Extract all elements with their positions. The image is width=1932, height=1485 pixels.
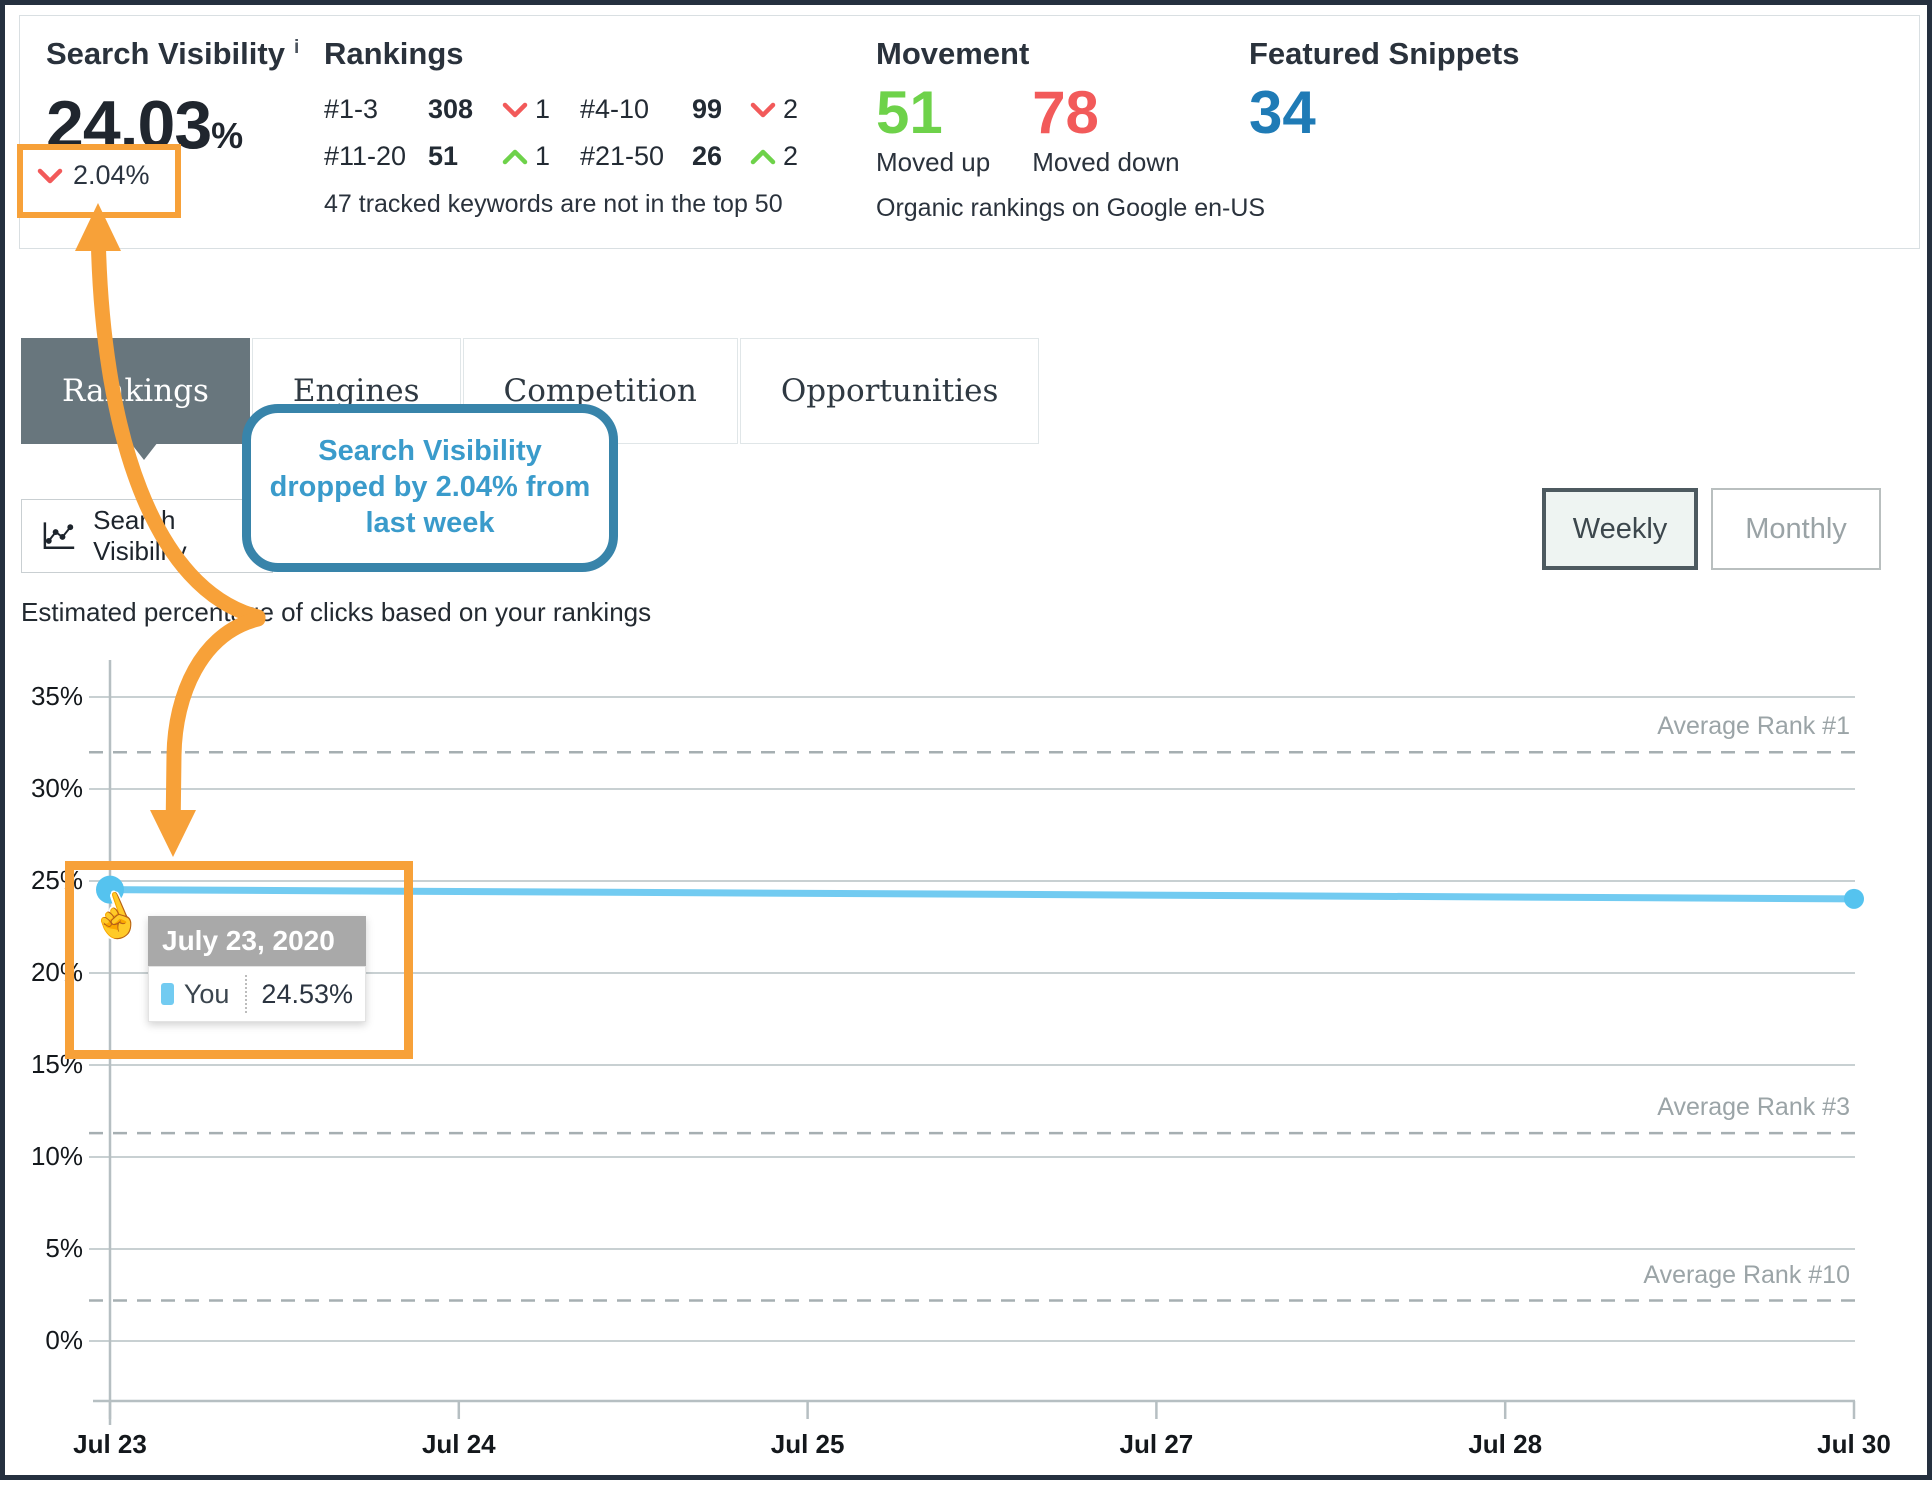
rank-bucket-label: #21-50	[580, 141, 692, 172]
stats-summary-card: Search Visibilityi 24.03% Rankings #1-33…	[19, 15, 1920, 249]
callout-line3: last week	[366, 506, 495, 542]
search-visibility-title-text: Search Visibility	[46, 36, 285, 71]
y-axis-tick-label: 5%	[11, 1233, 83, 1264]
chevron-down-icon	[502, 101, 528, 119]
y-axis-tick-label: 10%	[11, 1141, 83, 1172]
moved-up-label: Moved up	[876, 147, 990, 178]
y-axis-tick-label: 0%	[11, 1325, 83, 1356]
moved-down-value: 78	[1032, 78, 1179, 147]
chevron-down-icon	[37, 167, 63, 185]
rankings-title: Rankings	[324, 36, 810, 72]
change-value: 2.04%	[73, 160, 150, 191]
x-axis-tick-label: Jul 23	[50, 1429, 170, 1460]
callout-line2: dropped by 2.04% from	[270, 470, 591, 506]
x-axis-tick-label: Jul 27	[1096, 1429, 1216, 1460]
rank-bucket-value: 51	[428, 141, 502, 172]
y-axis-tick-label: 35%	[11, 681, 83, 712]
rank-bucket-change: 1	[502, 141, 580, 172]
rankings-section: Rankings #1-3308 1 #4-1099 2 #11-2051 1 #21-50…	[324, 36, 810, 219]
movement-footnote: Organic rankings on Google en-US	[876, 194, 1265, 223]
reference-line-label: Average Rank #3	[1550, 1093, 1850, 1122]
rank-bucket-label: #1-3	[324, 94, 428, 125]
rank-bucket-change: 2	[750, 141, 810, 172]
rank-bucket-label: #11-20	[324, 141, 428, 172]
rank-delta: 2	[783, 141, 798, 172]
movement-title: Movement	[876, 36, 1265, 72]
active-tab-notch	[130, 442, 158, 460]
chart-tooltip: July 23, 2020 You 24.53%	[148, 916, 366, 1022]
tooltip-series-name: You	[184, 979, 230, 1010]
callout-line1: Search Visibility	[318, 434, 542, 470]
tab-rankings[interactable]: Rankings	[21, 338, 250, 444]
rank-delta: 2	[783, 94, 798, 125]
reference-line-label: Average Rank #1	[1550, 712, 1850, 741]
line-chart-icon	[40, 520, 77, 552]
rank-bucket-label: #4-10	[580, 94, 692, 125]
weekly-toggle-button[interactable]: Weekly	[1542, 488, 1698, 570]
metric-selector-button[interactable]: Search Visibility	[21, 499, 273, 573]
rankings-grid: #1-3308 1 #4-1099 2 #11-2051 1 #21-5026 2	[324, 94, 810, 172]
chart-subtitle: Estimated percentage of clicks based on …	[21, 597, 651, 628]
series-swatch	[161, 983, 174, 1005]
info-icon[interactable]: i	[294, 37, 299, 58]
x-axis-tick-label: Jul 30	[1794, 1429, 1914, 1460]
x-axis-tick-label: Jul 25	[748, 1429, 868, 1460]
featured-snippets-value: 34	[1249, 78, 1519, 147]
weekly-label: Weekly	[1573, 513, 1668, 546]
rank-bucket-change: 1	[502, 94, 580, 125]
monthly-toggle-button[interactable]: Monthly	[1711, 488, 1881, 570]
rank-delta: 1	[535, 94, 550, 125]
annotation-callout: Search Visibility dropped by 2.04% from …	[242, 404, 618, 572]
tab-opportunities[interactable]: Opportunities	[740, 338, 1040, 444]
rank-bucket-value: 308	[428, 94, 502, 125]
moved-down-label: Moved down	[1032, 147, 1179, 178]
rank-bucket-change: 2	[750, 94, 810, 125]
arrowhead-down	[150, 810, 196, 857]
tooltip-value: 24.53%	[261, 979, 353, 1010]
moved-up-value: 51	[876, 78, 990, 147]
tooltip-date: July 23, 2020	[148, 916, 366, 966]
reference-line-label: Average Rank #10	[1550, 1261, 1850, 1290]
rank-bucket-value: 26	[692, 141, 750, 172]
x-axis-tick-label: Jul 24	[399, 1429, 519, 1460]
chevron-down-icon	[750, 101, 776, 119]
x-axis-tick-label: Jul 28	[1445, 1429, 1565, 1460]
featured-snippets-section: Featured Snippets 34	[1249, 36, 1519, 147]
rankings-footnote: 47 tracked keywords are not in the top 5…	[324, 190, 810, 219]
monthly-label: Monthly	[1745, 513, 1847, 546]
data-point-end[interactable]	[1844, 889, 1864, 909]
change-highlight-box: 2.04%	[17, 144, 181, 218]
rank-delta: 1	[535, 141, 550, 172]
y-axis-tick-label: 30%	[11, 773, 83, 804]
featured-snippets-title: Featured Snippets	[1249, 36, 1519, 72]
search-visibility-title: Search Visibility i	[46, 36, 299, 72]
chevron-up-icon	[502, 148, 528, 166]
rank-bucket-value: 99	[692, 94, 750, 125]
chevron-up-icon	[750, 148, 776, 166]
movement-section: Movement 51 Moved up 78 Moved down Organ…	[876, 36, 1265, 223]
tooltip-divider	[245, 975, 247, 1013]
